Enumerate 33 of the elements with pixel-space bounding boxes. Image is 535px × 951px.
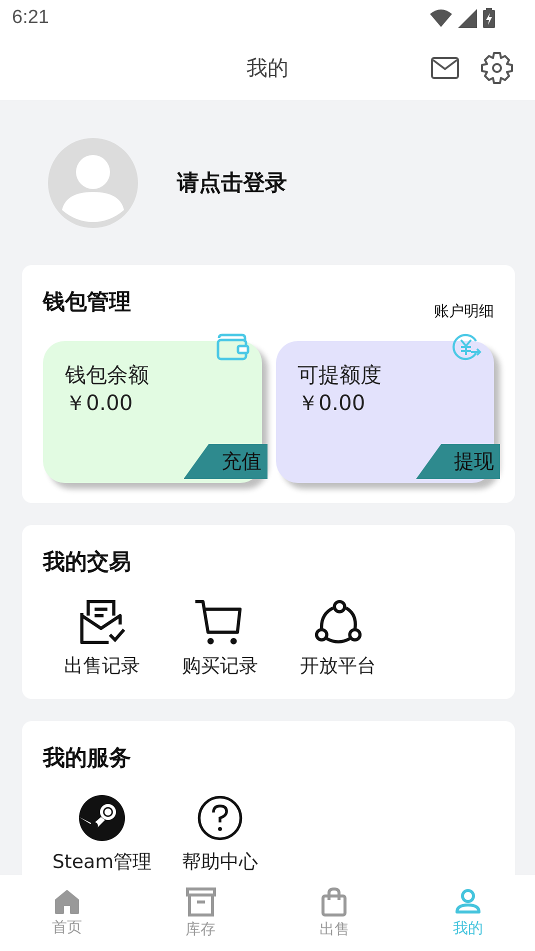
status-time: 6:21	[12, 7, 49, 29]
balance-amount: ￥0.00	[298, 390, 366, 417]
section-title: 我的交易	[43, 548, 132, 577]
archive-box-icon	[186, 887, 216, 917]
page-title: 我的	[246, 55, 288, 82]
menu-label[interactable]: 购买记录	[182, 653, 258, 679]
menu-label[interactable]: 开放平台	[300, 653, 376, 679]
wifi-icon	[430, 9, 452, 27]
mail-icon[interactable]	[431, 57, 459, 79]
account-details-link[interactable]: 账户明细	[434, 302, 494, 321]
yuan-exchange-icon	[452, 333, 482, 361]
share-nodes-icon[interactable]	[314, 599, 362, 645]
help-icon[interactable]	[197, 795, 243, 841]
user-icon	[454, 888, 482, 916]
action-button[interactable]: 充值	[184, 444, 268, 479]
action-button[interactable]: 提现	[416, 444, 500, 479]
menu-label[interactable]: 出售记录	[64, 653, 140, 679]
login-prompt[interactable]: 请点击登录	[177, 168, 287, 198]
section-title: 钱包管理	[43, 289, 131, 317]
steam-logo-icon[interactable]	[79, 795, 125, 841]
battery-icon	[483, 8, 495, 28]
menu-label[interactable]: 帮助中心	[182, 849, 258, 875]
signal-icon	[458, 8, 477, 28]
balance-label: 可提额度	[298, 362, 382, 389]
settings-icon[interactable]	[481, 52, 513, 84]
envelope-check-icon[interactable]	[78, 599, 126, 645]
balance-amount: ￥0.00	[65, 390, 134, 417]
wallet-icon	[216, 333, 250, 361]
balance-label: 钱包余额	[65, 362, 150, 389]
section-title: 我的服务	[43, 745, 132, 773]
shopping-bag-icon	[321, 887, 348, 917]
menu-label[interactable]: Steam管理	[52, 849, 152, 875]
home-icon	[54, 889, 80, 915]
